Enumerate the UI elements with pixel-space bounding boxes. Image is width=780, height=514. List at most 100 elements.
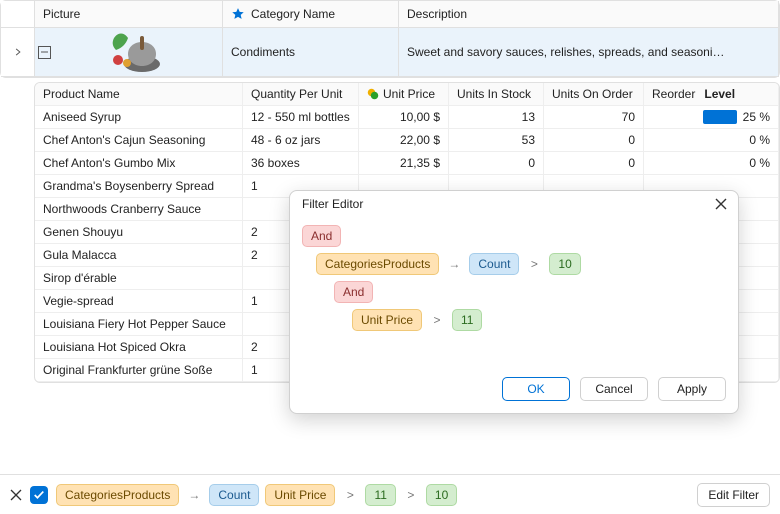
value-token-11[interactable]: 11 [452,309,482,331]
filter-root-and: And [302,225,726,247]
cell-qty-per-unit: 12 - 550 ml bottles [243,106,359,129]
master-col-picture-label: Picture [43,7,80,21]
dialog-titlebar: Filter Editor [290,191,738,213]
detail-col-stock-label: Units In Stock [457,87,531,101]
cell-unit-price: 10,00 $ [359,106,449,129]
cell-reorder-level: 0 % [644,152,779,175]
detail-col-name[interactable]: Product Name [35,83,243,106]
cell-reorder-level: 25 % [644,106,779,129]
reorder-pct: 0 % [749,156,770,170]
cell-unit-price: 22,00 $ [359,129,449,152]
field-token-unitprice[interactable]: Unit Price [265,484,335,506]
detail-col-reorder[interactable]: Reorder Level [644,83,779,106]
master-cell-description: Sweet and savory sauces, relishes, sprea… [399,28,779,77]
ok-button-label: OK [527,382,544,396]
table-row[interactable]: Aniseed Syrup12 - 550 ml bottles10,00 $1… [35,106,779,129]
master-expand-cell[interactable] [1,28,35,77]
master-grid: Picture Category Name Description [0,0,780,78]
master-header-row: Picture Category Name Description [1,1,779,28]
and-operator-token[interactable]: And [334,281,373,303]
cell-product-name: Original Frankfurter grüne Soße [35,359,243,382]
reorder-pct: 25 % [743,110,770,124]
check-icon [33,489,45,501]
cell-units-on-order: 0 [544,129,644,152]
greater-than-icon: > [402,485,420,505]
cell-units-on-order: 70 [544,106,644,129]
dialog-footer: OK Cancel Apply [290,369,738,413]
detail-col-price[interactable]: Unit Price [359,83,449,106]
master-col-category[interactable]: Category Name [223,1,399,28]
cell-product-name: Chef Anton's Gumbo Mix [35,152,243,175]
reorder-bar [703,110,737,124]
detail-header-row: Product Name Quantity Per Unit Unit Pric… [35,83,779,106]
cancel-button[interactable]: Cancel [580,377,648,401]
arrow-right-icon: → [445,253,463,275]
cell-product-name: Genen Shouyu [35,221,243,244]
master-cell-category: Condiments [223,28,399,77]
cell-product-name: Louisiana Hot Spiced Okra [35,336,243,359]
collapse-icon[interactable] [38,46,51,59]
filter-editor-dialog: Filter Editor And CategoriesProducts → C… [289,190,739,414]
detail-col-reorder-label-b: Level [704,87,735,101]
master-cell-description-text: Sweet and savory sauces, relishes, sprea… [407,45,770,59]
detail-col-reorder-label-a: Reorder [652,87,695,101]
detail-col-qty-label: Quantity Per Unit [251,87,342,101]
cell-product-name: Louisiana Fiery Hot Pepper Sauce [35,313,243,336]
master-expand-col-header [1,1,35,28]
master-cell-category-text: Condiments [231,45,295,59]
field-token-categoriesproducts[interactable]: CategoriesProducts [56,484,179,506]
star-icon [231,7,245,21]
field-token-unitprice[interactable]: Unit Price [352,309,422,331]
master-col-description-label: Description [407,7,467,21]
cell-qty-per-unit: 36 boxes [243,152,359,175]
detail-col-price-label: Unit Price [383,87,435,101]
value-token-11[interactable]: 11 [365,484,395,506]
cancel-button-label: Cancel [595,382,632,396]
reorder-pct: 0 % [749,133,770,147]
master-data-row[interactable]: Condiments Sweet and savory sauces, reli… [1,28,779,77]
chevron-right-icon [13,47,23,57]
currency-icon [367,88,379,100]
aggregate-token-count[interactable]: Count [209,484,259,506]
apply-button[interactable]: Apply [658,377,726,401]
greater-than-icon: > [428,309,446,331]
cell-product-name: Northwoods Cranberry Sauce [35,198,243,221]
cell-units-in-stock: 53 [449,129,544,152]
master-cell-picture [35,28,223,77]
cell-units-in-stock: 0 [449,152,544,175]
field-token-categoriesproducts[interactable]: CategoriesProducts [316,253,439,275]
category-image [55,30,214,74]
edit-filter-button[interactable]: Edit Filter [697,483,770,507]
cell-unit-price: 21,35 $ [359,152,449,175]
table-row[interactable]: Chef Anton's Cajun Seasoning48 - 6 oz ja… [35,129,779,152]
filter-expression[interactable]: CategoriesProducts → Count Unit Price > … [56,484,463,506]
detail-col-order[interactable]: Units On Order [544,83,644,106]
greater-than-icon: > [525,253,543,275]
cell-product-name: Sirop d'érable [35,267,243,290]
master-col-picture[interactable]: Picture [35,1,223,28]
table-row[interactable]: Chef Anton's Gumbo Mix36 boxes21,35 $000… [35,152,779,175]
filter-condition-1: CategoriesProducts → Count > 10 [302,253,726,275]
clear-filter-icon[interactable] [10,489,22,501]
detail-col-order-label: Units On Order [552,87,633,101]
cell-qty-per-unit: 48 - 6 oz jars [243,129,359,152]
arrow-right-icon: → [185,485,203,505]
filter-enabled-checkbox[interactable] [30,486,48,504]
edit-filter-label: Edit Filter [708,488,759,502]
value-token-10[interactable]: 10 [549,253,580,275]
detail-col-qty[interactable]: Quantity Per Unit [243,83,359,106]
cell-product-name: Aniseed Syrup [35,106,243,129]
cell-product-name: Grandma's Boysenberry Spread [35,175,243,198]
and-operator-token[interactable]: And [302,225,341,247]
apply-button-label: Apply [677,382,707,396]
detail-col-name-label: Product Name [43,87,120,101]
master-col-description[interactable]: Description [399,1,779,28]
filter-panel: CategoriesProducts → Count Unit Price > … [0,474,780,514]
cell-product-name: Chef Anton's Cajun Seasoning [35,129,243,152]
aggregate-token-count[interactable]: Count [469,253,519,275]
detail-col-stock[interactable]: Units In Stock [449,83,544,106]
filter-nested-and: And [302,281,726,303]
close-icon[interactable] [714,197,728,211]
value-token-10[interactable]: 10 [426,484,457,506]
ok-button[interactable]: OK [502,377,570,401]
